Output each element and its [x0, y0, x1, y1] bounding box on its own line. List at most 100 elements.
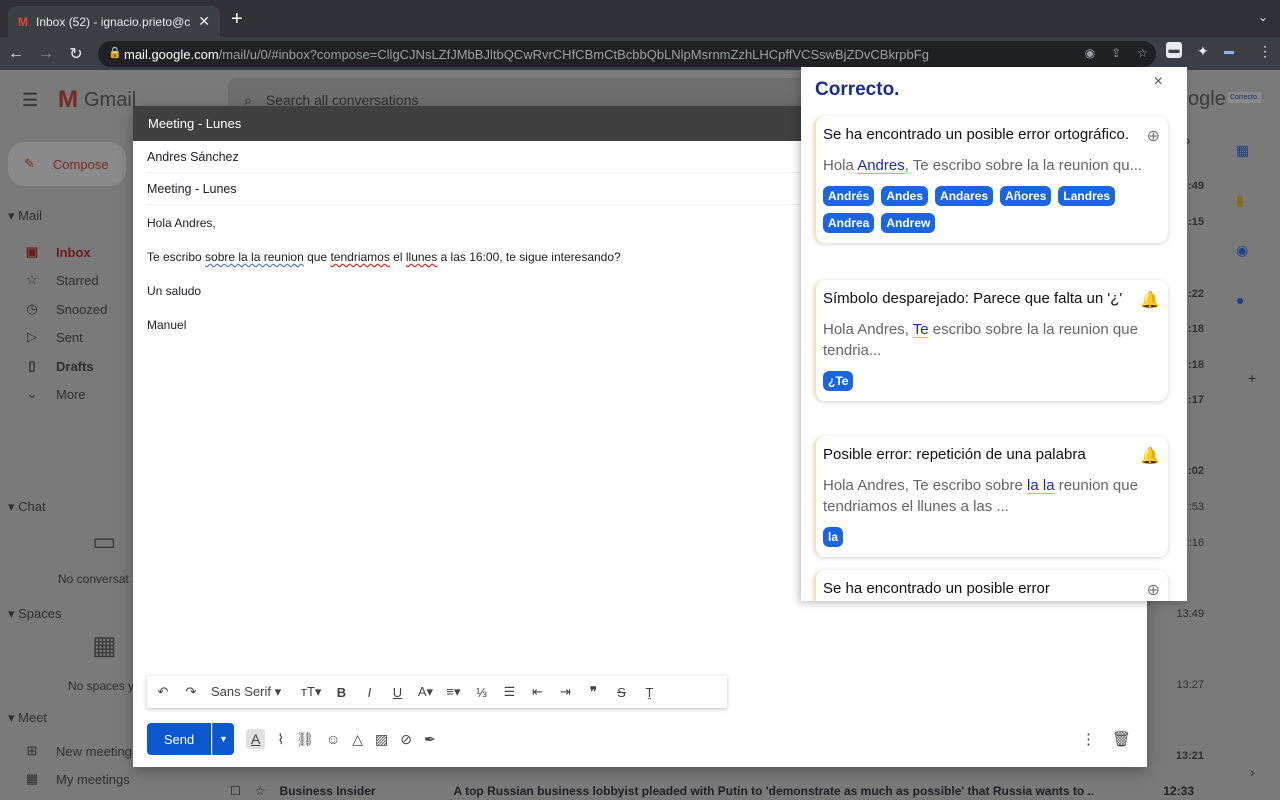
drive-icon[interactable]: △	[352, 731, 363, 748]
indent-less-icon[interactable]: ⇤	[529, 684, 545, 700]
strikethrough-icon[interactable]: S	[613, 685, 629, 700]
share-icon[interactable]: ⇪	[1111, 46, 1121, 60]
discard-trash-icon[interactable]: 🗑	[1112, 730, 1131, 748]
suggestion-chip[interactable]: la	[823, 527, 844, 547]
browser-menu-icon[interactable]: ⋮	[1258, 43, 1272, 60]
add-app-icon[interactable]: +	[1248, 370, 1256, 386]
suggestion-chip[interactable]: Andes	[881, 186, 929, 206]
sidebar-item-drafts[interactable]: ▯ Drafts	[24, 358, 94, 374]
meet-my-meetings[interactable]: ▦ My meetings	[24, 771, 130, 787]
underline-icon[interactable]: U	[389, 685, 405, 700]
redo-icon[interactable]: ↷	[183, 684, 199, 700]
numbered-list-icon[interactable]: ⅓	[473, 685, 489, 700]
star-icon[interactable]: ☆	[255, 784, 266, 798]
emoji-icon[interactable]: ☺	[326, 731, 340, 747]
new-tab-button[interactable]: +	[231, 8, 243, 31]
profile-avatar-icon[interactable]: ▬	[1224, 46, 1234, 57]
attach-icon[interactable]: ⌇	[277, 731, 284, 748]
sidebar-item-label: Drafts	[56, 358, 94, 374]
italic-icon[interactable]: I	[361, 685, 377, 700]
photo-icon[interactable]: ▨	[375, 731, 388, 748]
side-panel-toggle-icon[interactable]: ›	[1250, 764, 1255, 780]
bulleted-list-icon[interactable]: ☰	[501, 684, 517, 700]
checkbox-icon[interactable]: ☐	[230, 784, 241, 798]
suggestion-card[interactable]: Se ha encontrado un posible error ⊕	[814, 570, 1168, 601]
tab-close-icon[interactable]: ✕	[198, 13, 210, 30]
video-plus-icon: ⊞	[26, 743, 38, 758]
text-color-icon[interactable]: A▾	[417, 684, 433, 700]
excerpt-text: Hola	[823, 157, 858, 174]
font-size-icon[interactable]: тT▾	[301, 684, 321, 700]
calendar-app-icon[interactable]: ▦	[1236, 142, 1249, 159]
bell-icon[interactable]: 🔔	[1140, 290, 1160, 310]
add-to-dictionary-icon[interactable]: ⊕	[1147, 126, 1160, 146]
signature-pen-icon[interactable]: ✒	[424, 731, 436, 748]
sidebar-item-inbox[interactable]: ▣ Inbox	[24, 244, 91, 260]
bold-icon[interactable]: B	[333, 685, 349, 700]
browser-tab[interactable]: M Inbox (52) - ignacio.prieto@co ✕	[8, 6, 220, 37]
quote-icon[interactable]: ❞	[585, 684, 601, 700]
address-bar[interactable]: 🔒 mail.google.com/mail/u/0/#inbox?compos…	[98, 41, 1156, 67]
close-icon[interactable]: ×	[1154, 73, 1163, 91]
suggestion-card[interactable]: Se ha encontrado un posible error ortogr…	[814, 116, 1168, 243]
main-menu-icon[interactable]: ☰	[22, 90, 38, 111]
extensions-puzzle-icon[interactable]: ✦	[1197, 43, 1209, 60]
formatting-toolbar: ↶ ↷ Sans Serif ▾ тT▾ B I U A▾ ≡▾ ⅓ ☰ ⇤ ⇥…	[147, 676, 727, 708]
gmail-logo[interactable]: M Gmail	[58, 86, 136, 114]
suggestion-card[interactable]: Posible error: repetición de una palabra…	[814, 436, 1168, 557]
keep-app-icon[interactable]: ▮	[1236, 192, 1244, 209]
sidebar-item-sent[interactable]: ▷ Sent	[24, 329, 83, 345]
align-icon[interactable]: ≡▾	[445, 684, 461, 700]
google-logo-partial: ogle	[1188, 88, 1226, 110]
meet-section-header[interactable]: ▾ Meet	[8, 710, 47, 726]
indent-more-icon[interactable]: ⇥	[557, 684, 573, 700]
gmail-m-icon: M	[58, 86, 78, 113]
more-options-icon[interactable]: ⋮	[1081, 730, 1096, 748]
reload-icon[interactable]: ↻	[62, 44, 90, 64]
recipient-name: Andres Sánchez	[147, 149, 239, 164]
contacts-app-icon[interactable]: ●	[1236, 292, 1244, 308]
eye-icon[interactable]: ◉	[1085, 46, 1095, 60]
suggestion-chip[interactable]: Andrew	[881, 213, 936, 233]
undo-icon[interactable]: ↶	[155, 684, 171, 700]
sidebar-item-snoozed[interactable]: ◷ Snoozed	[24, 301, 107, 317]
suggestion-chip[interactable]: ¿Te	[823, 371, 854, 391]
bookmark-star-icon[interactable]: ☆	[1137, 46, 1148, 60]
send-options-chevron-icon[interactable]: ▼	[212, 723, 234, 755]
add-to-dictionary-icon[interactable]: ⊕	[1147, 580, 1160, 600]
suggestion-chip[interactable]: Andares	[935, 186, 994, 206]
formatting-options-icon[interactable]: A	[246, 729, 266, 749]
sidebar-item-starred[interactable]: ☆ Starred	[24, 272, 98, 288]
font-family-select[interactable]: Sans Serif ▾	[211, 684, 289, 700]
bell-icon[interactable]: 🔔	[1140, 446, 1160, 466]
tasks-app-icon[interactable]: ◉	[1236, 242, 1248, 259]
suggestion-chip[interactable]: Andrea	[823, 213, 875, 233]
misspelled-word: tendriamos	[330, 250, 390, 264]
confidential-mode-icon[interactable]: ⊘	[400, 731, 412, 748]
send-button[interactable]: Send	[147, 723, 211, 755]
send-icon: ▷	[27, 329, 37, 344]
email-row[interactable]: ☐ ☆ Business Insider A top Russian busin…	[230, 782, 1200, 800]
tab-search-chevron-icon[interactable]: ⌄	[1258, 10, 1268, 24]
correcto-extension-icon[interactable]: ▬	[1166, 42, 1182, 58]
compose-button[interactable]: ✎ Compose	[8, 142, 126, 186]
forward-arrow-icon[interactable]: →	[32, 45, 60, 63]
pencil-icon: ✎	[24, 156, 35, 171]
correcto-account-badge[interactable]: Correcto.	[1228, 92, 1261, 103]
link-icon[interactable]: ⛓	[296, 731, 314, 748]
url-path: /mail/u/0/#inbox?compose=CllgCJNsLZfJMbB…	[218, 46, 929, 62]
mail-section-header[interactable]: ▾ Mail	[8, 208, 42, 224]
spaces-section-header[interactable]: ▾ Spaces	[8, 606, 62, 622]
back-arrow-icon[interactable]: ←	[2, 45, 30, 63]
suggestion-chip[interactable]: Landres	[1058, 186, 1116, 206]
star-icon: ☆	[26, 272, 38, 287]
suggestion-chip[interactable]: Andrés	[823, 186, 875, 206]
chat-section-header[interactable]: ▾ Chat	[8, 499, 46, 515]
remove-formatting-icon[interactable]: Ṯ	[641, 685, 657, 700]
sidebar-item-more[interactable]: ⌄ More	[24, 386, 86, 402]
gmail-logo-text: Gmail	[84, 88, 137, 111]
suggestion-chip[interactable]: Añores	[1000, 186, 1052, 206]
meet-new-meeting[interactable]: ⊞ New meeting	[24, 743, 132, 759]
suggestion-card[interactable]: Símbolo desparejado: Parece que falta un…	[814, 280, 1168, 401]
card-excerpt: Hola Andres, Te escribo sobre la la reun…	[823, 475, 1160, 517]
